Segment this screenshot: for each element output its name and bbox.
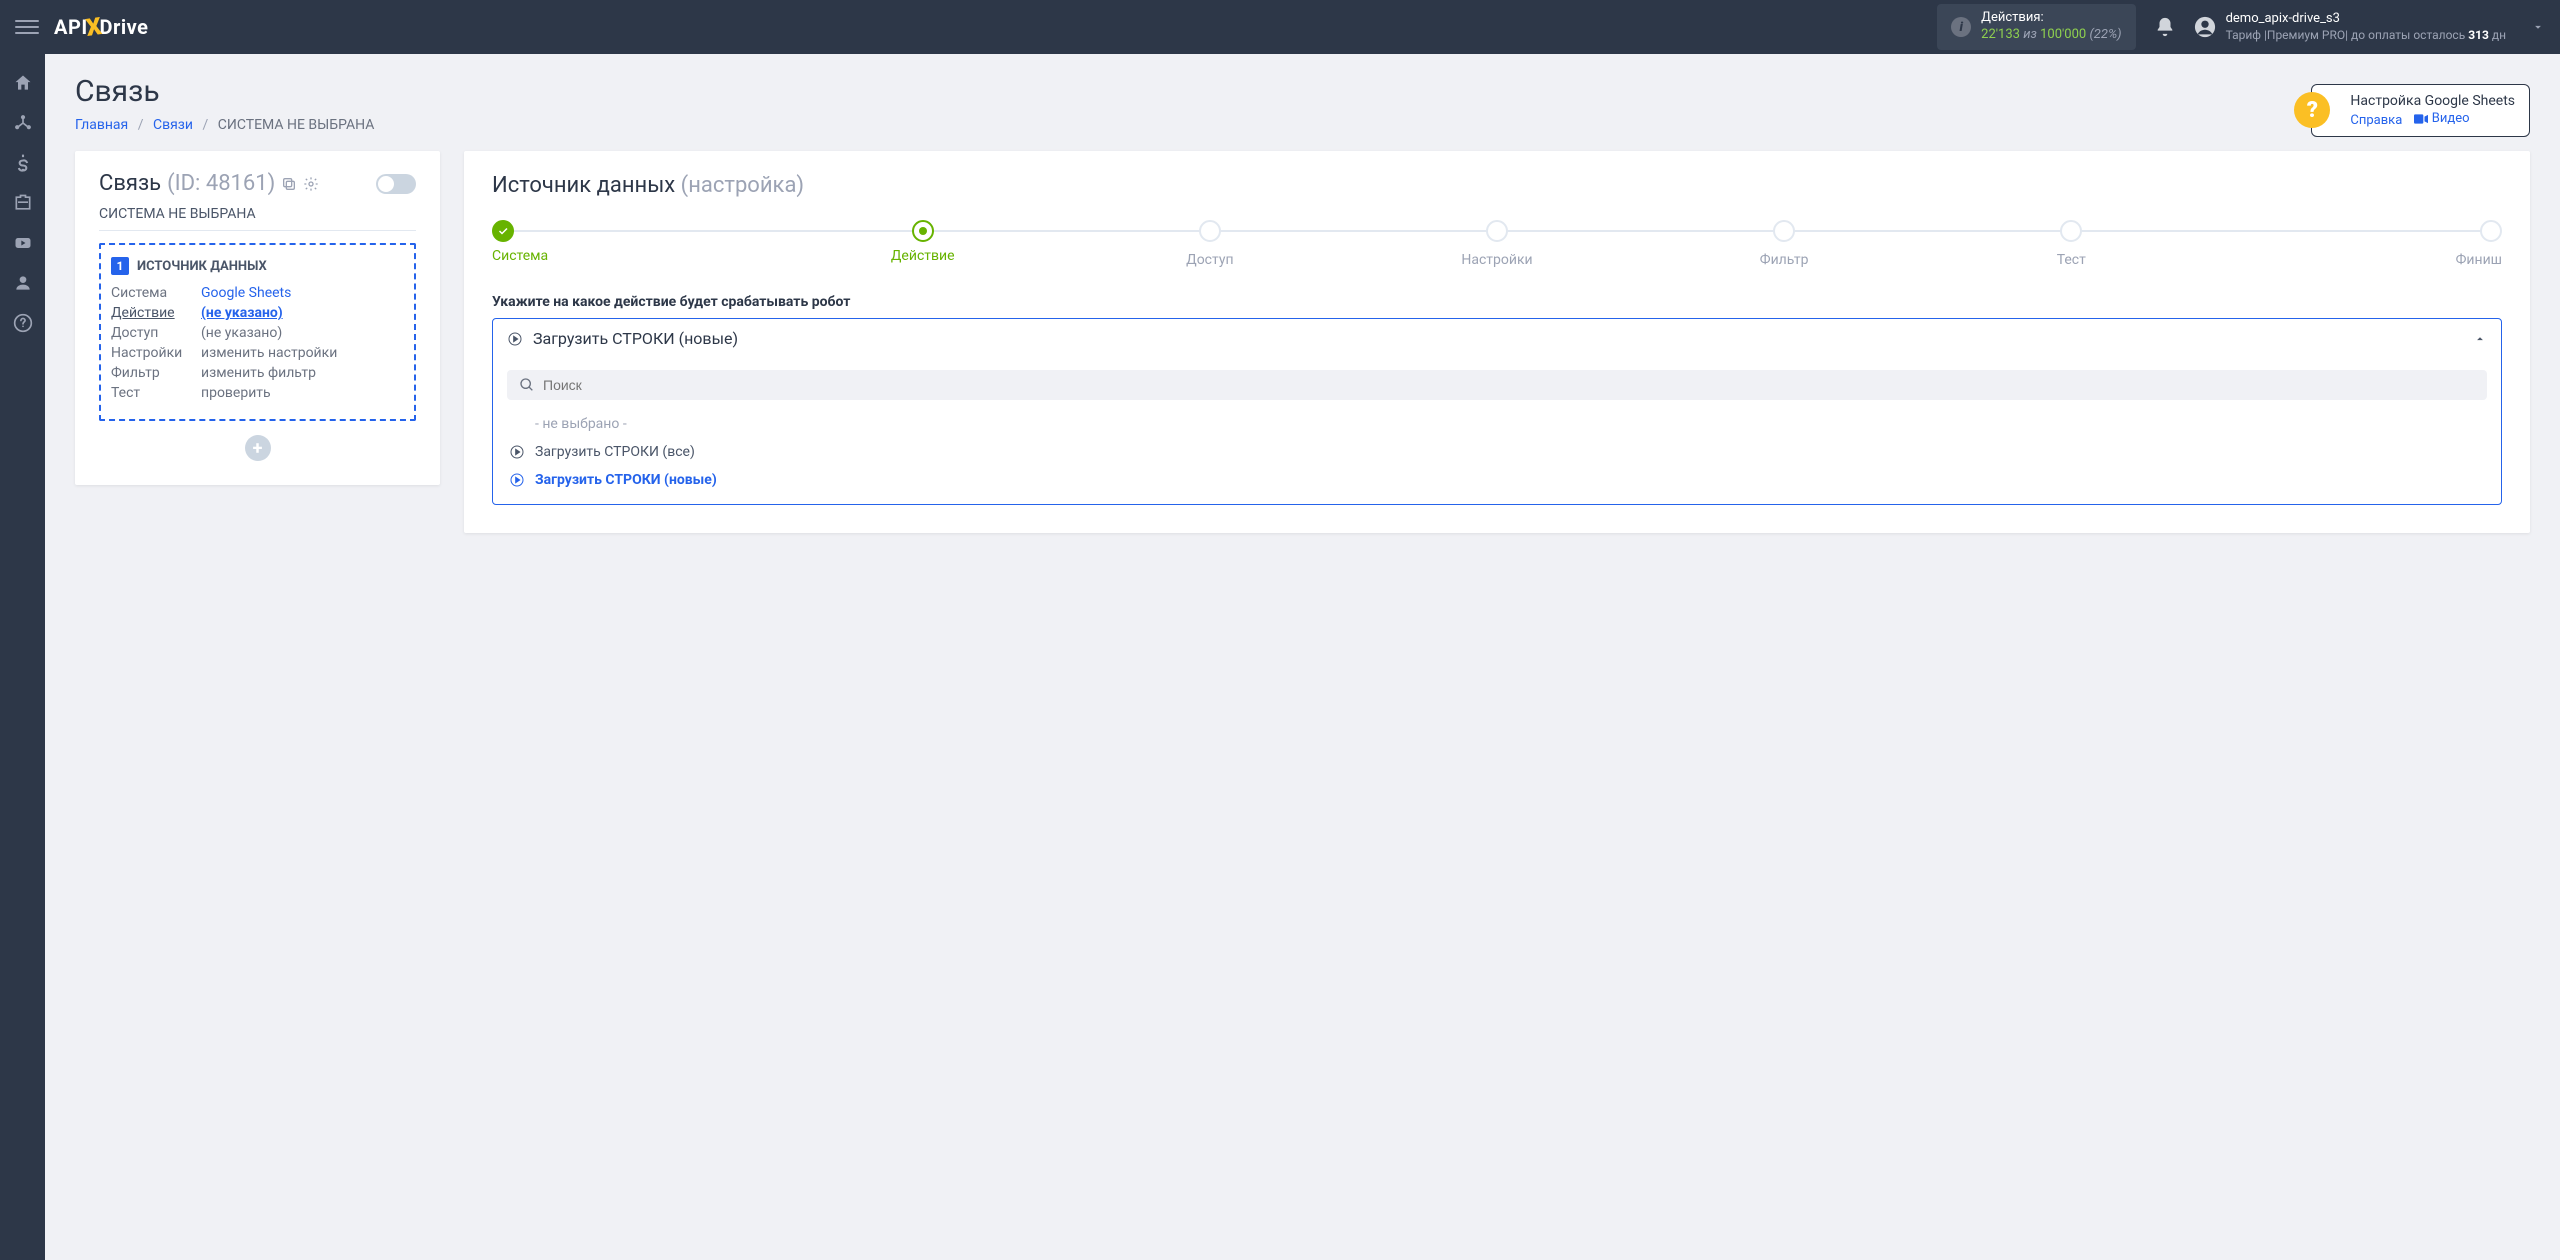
- option-all-rows[interactable]: Загрузить СТРОКИ (все): [507, 438, 2487, 466]
- sidebar-video[interactable]: [0, 224, 45, 262]
- question-icon[interactable]: ?: [2294, 92, 2330, 128]
- row-system-label: Система: [111, 285, 201, 301]
- sidebar-home[interactable]: [0, 64, 45, 102]
- help-link-reference[interactable]: Справка: [2350, 113, 2402, 128]
- option-none[interactable]: - не выбрано -: [507, 410, 2487, 438]
- actions-badge[interactable]: i Действия: 22'133 из 100'000 (22%): [1937, 4, 2135, 50]
- setup-card: Источник данных (настройка) Система Дейс…: [464, 151, 2530, 533]
- add-destination-button[interactable]: +: [245, 435, 271, 461]
- row-filter-label: Фильтр: [111, 365, 201, 381]
- connection-id: (ID: 48161): [167, 171, 275, 196]
- copy-icon[interactable]: [281, 176, 297, 192]
- sidebar-briefcase[interactable]: [0, 184, 45, 222]
- logo[interactable]: API X Drive: [54, 13, 148, 41]
- connection-title: Связь: [99, 171, 161, 196]
- dropdown-selected-text: Загрузить СТРОКИ (новые): [533, 329, 738, 348]
- row-access-value: (не указано): [201, 325, 282, 341]
- setup-subtitle: (настройка): [681, 173, 804, 198]
- stepper: Система Действие Доступ Настройки Фильтр: [492, 220, 2502, 268]
- sidebar-billing[interactable]: [0, 144, 45, 182]
- step-access[interactable]: Доступ: [1066, 220, 1353, 268]
- gear-icon[interactable]: [303, 176, 319, 192]
- step-system[interactable]: Система: [492, 220, 779, 264]
- step-filter[interactable]: Фильтр: [1641, 220, 1928, 268]
- sidebar-help[interactable]: [0, 304, 45, 342]
- bell-icon[interactable]: [2154, 16, 2176, 38]
- page-title: Связь: [75, 74, 374, 109]
- chevron-down-icon: [2531, 20, 2545, 34]
- connection-card: Связь (ID: 48161) СИСТЕМА НЕ ВЫБРАНА 1 И…: [75, 151, 440, 485]
- source-box-title: ИСТОЧНИК ДАННЫХ: [137, 259, 267, 274]
- row-filter-value[interactable]: изменить фильтр: [201, 365, 316, 381]
- chevron-up-icon: [2473, 332, 2487, 346]
- row-access-label: Доступ: [111, 325, 201, 341]
- setup-title: Источник данных: [492, 173, 675, 198]
- source-number: 1: [111, 257, 129, 275]
- action-dropdown: Загрузить СТРОКИ (новые) - не выбрано - …: [492, 318, 2502, 505]
- breadcrumb-home[interactable]: Главная: [75, 117, 128, 133]
- row-settings-label: Настройки: [111, 345, 201, 361]
- breadcrumbs: Главная / Связи / СИСТЕМА НЕ ВЫБРАНА: [75, 117, 374, 133]
- step-action[interactable]: Действие: [779, 220, 1066, 264]
- logo-post: Drive: [100, 15, 149, 39]
- play-icon: [507, 331, 523, 347]
- dropdown-toggle[interactable]: Загрузить СТРОКИ (новые): [493, 319, 2501, 358]
- logo-x-icon: X: [84, 12, 104, 42]
- dropdown-search[interactable]: [507, 370, 2487, 400]
- row-settings-value[interactable]: изменить настройки: [201, 345, 337, 361]
- breadcrumb-current: СИСТЕМА НЕ ВЫБРАНА: [218, 117, 375, 133]
- enable-toggle[interactable]: [376, 174, 416, 194]
- option-new-rows[interactable]: Загрузить СТРОКИ (новые): [507, 466, 2487, 494]
- row-action-label[interactable]: Действие: [111, 305, 201, 321]
- step-test[interactable]: Тест: [1928, 220, 2215, 268]
- play-icon: [509, 472, 525, 488]
- help-title: Настройка Google Sheets: [2350, 93, 2515, 109]
- row-test-value[interactable]: проверить: [201, 385, 271, 401]
- row-action-value[interactable]: (не указано): [201, 305, 283, 321]
- hamburger-menu[interactable]: [15, 15, 39, 39]
- actions-label: Действия:: [1981, 10, 2121, 27]
- user-icon: [2194, 16, 2216, 38]
- sidebar-connections[interactable]: [0, 104, 45, 142]
- info-icon: i: [1951, 17, 1971, 37]
- actions-count: 22'133 из 100'000 (22%): [1981, 27, 2121, 44]
- topbar: API X Drive i Действия: 22'133 из 100'00…: [0, 0, 2560, 54]
- sidebar: [0, 54, 45, 1260]
- breadcrumb-links[interactable]: Связи: [153, 117, 193, 133]
- sidebar-profile[interactable]: [0, 264, 45, 302]
- play-icon: [509, 444, 525, 460]
- user-menu[interactable]: demo_apix-drive_s3 Тариф |Премиум PRO| д…: [2194, 11, 2545, 43]
- row-system-value[interactable]: Google Sheets: [201, 285, 291, 301]
- data-source-box: 1 ИСТОЧНИК ДАННЫХ СистемаGoogle Sheets Д…: [99, 243, 416, 421]
- connection-subtitle: СИСТЕМА НЕ ВЫБРАНА: [99, 206, 416, 231]
- main-content: Связь Главная / Связи / СИСТЕМА НЕ ВЫБРА…: [45, 54, 2560, 553]
- step-finish[interactable]: Финиш: [2215, 220, 2502, 268]
- step-settings[interactable]: Настройки: [1353, 220, 1640, 268]
- help-bubble: ? Настройка Google Sheets Справка Видео: [2311, 84, 2530, 137]
- search-input[interactable]: [543, 377, 2475, 393]
- tariff-info: Тариф |Премиум PRO| до оплаты осталось 3…: [2226, 28, 2506, 44]
- username: demo_apix-drive_s3: [2226, 11, 2506, 28]
- help-link-video[interactable]: Видео: [2414, 111, 2470, 126]
- action-field-label: Укажите на какое действие будет срабатыв…: [492, 294, 2502, 310]
- row-test-label: Тест: [111, 385, 201, 401]
- logo-pre: API: [54, 15, 88, 39]
